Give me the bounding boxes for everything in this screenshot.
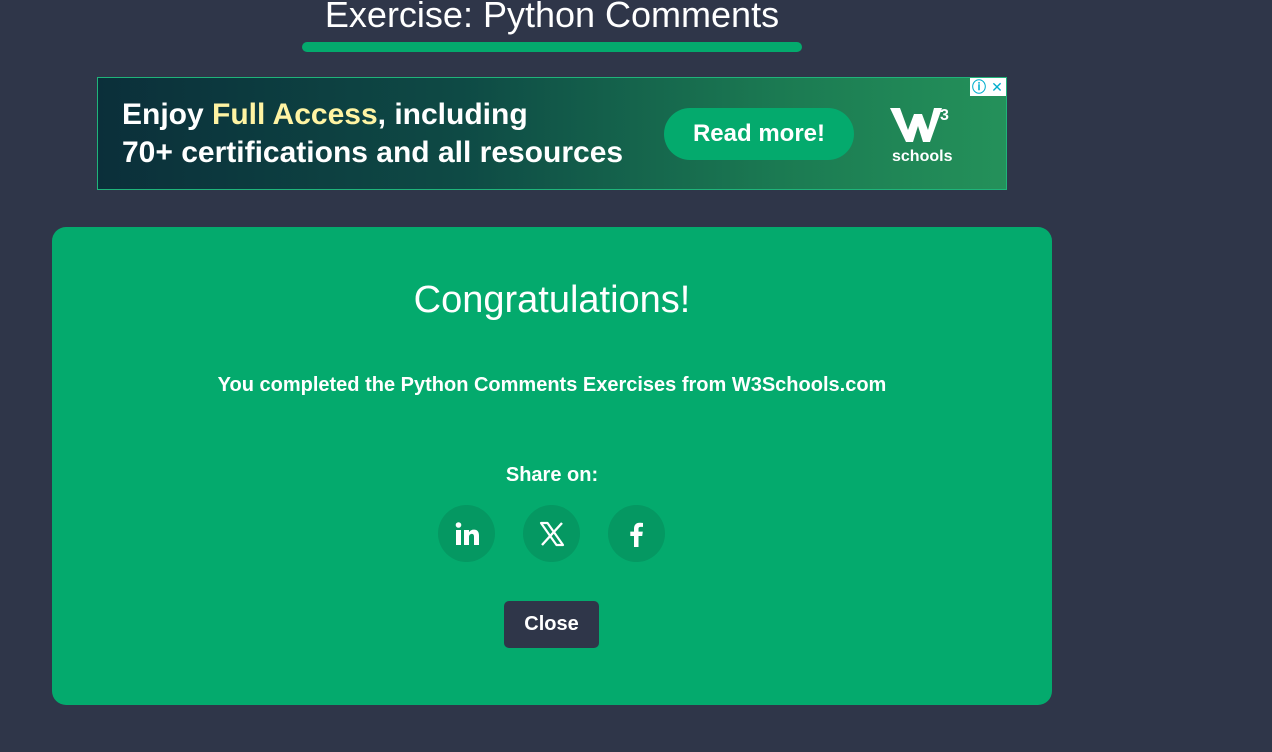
ad-line-2: 70+ certifications and all resources [122, 136, 624, 169]
completion-message: You completed the Python Comments Exerci… [217, 374, 887, 396]
facebook-icon [629, 522, 643, 547]
congratulations-modal: Congratulations! You completed the Pytho… [52, 227, 1052, 705]
linkedin-icon [455, 521, 479, 545]
ad-line-1-suffix: , including [377, 98, 528, 131]
close-icon[interactable]: ✕ [988, 78, 1006, 96]
share-facebook-button[interactable] [608, 505, 665, 562]
w3-logo-superscript: 3 [940, 107, 949, 124]
title-underline [302, 42, 802, 52]
ad-line-1-prefix: Enjoy [122, 98, 213, 131]
page: Exercise: Python Comments Enjoy Full Acc… [0, 0, 1272, 752]
page-title: Exercise: Python Comments [324, 0, 780, 35]
share-linkedin-button[interactable] [438, 505, 495, 562]
close-button[interactable]: Close [504, 601, 599, 648]
ad-text: Enjoy Full Access, including 70+ certifi… [122, 96, 623, 172]
share-x-button[interactable] [523, 505, 580, 562]
w3-logo-mark: 3 [890, 107, 949, 142]
ad-line-1: Enjoy Full Access, including [122, 96, 623, 134]
read-more-button[interactable]: Read more! [664, 108, 854, 160]
share-label: Share on: [505, 464, 599, 486]
ad-highlight: Full Access [212, 98, 378, 131]
x-icon [539, 521, 564, 546]
w3schools-logo: 3 schools [888, 104, 958, 168]
w3-logo-text: schools [892, 148, 953, 165]
info-icon[interactable]: ⓘ [970, 78, 988, 96]
ad-banner[interactable]: Enjoy Full Access, including 70+ certifi… [97, 77, 1007, 190]
modal-title: Congratulations! [413, 279, 691, 321]
share-icons [438, 505, 666, 562]
ad-choices[interactable]: ⓘ ✕ [970, 78, 1006, 96]
